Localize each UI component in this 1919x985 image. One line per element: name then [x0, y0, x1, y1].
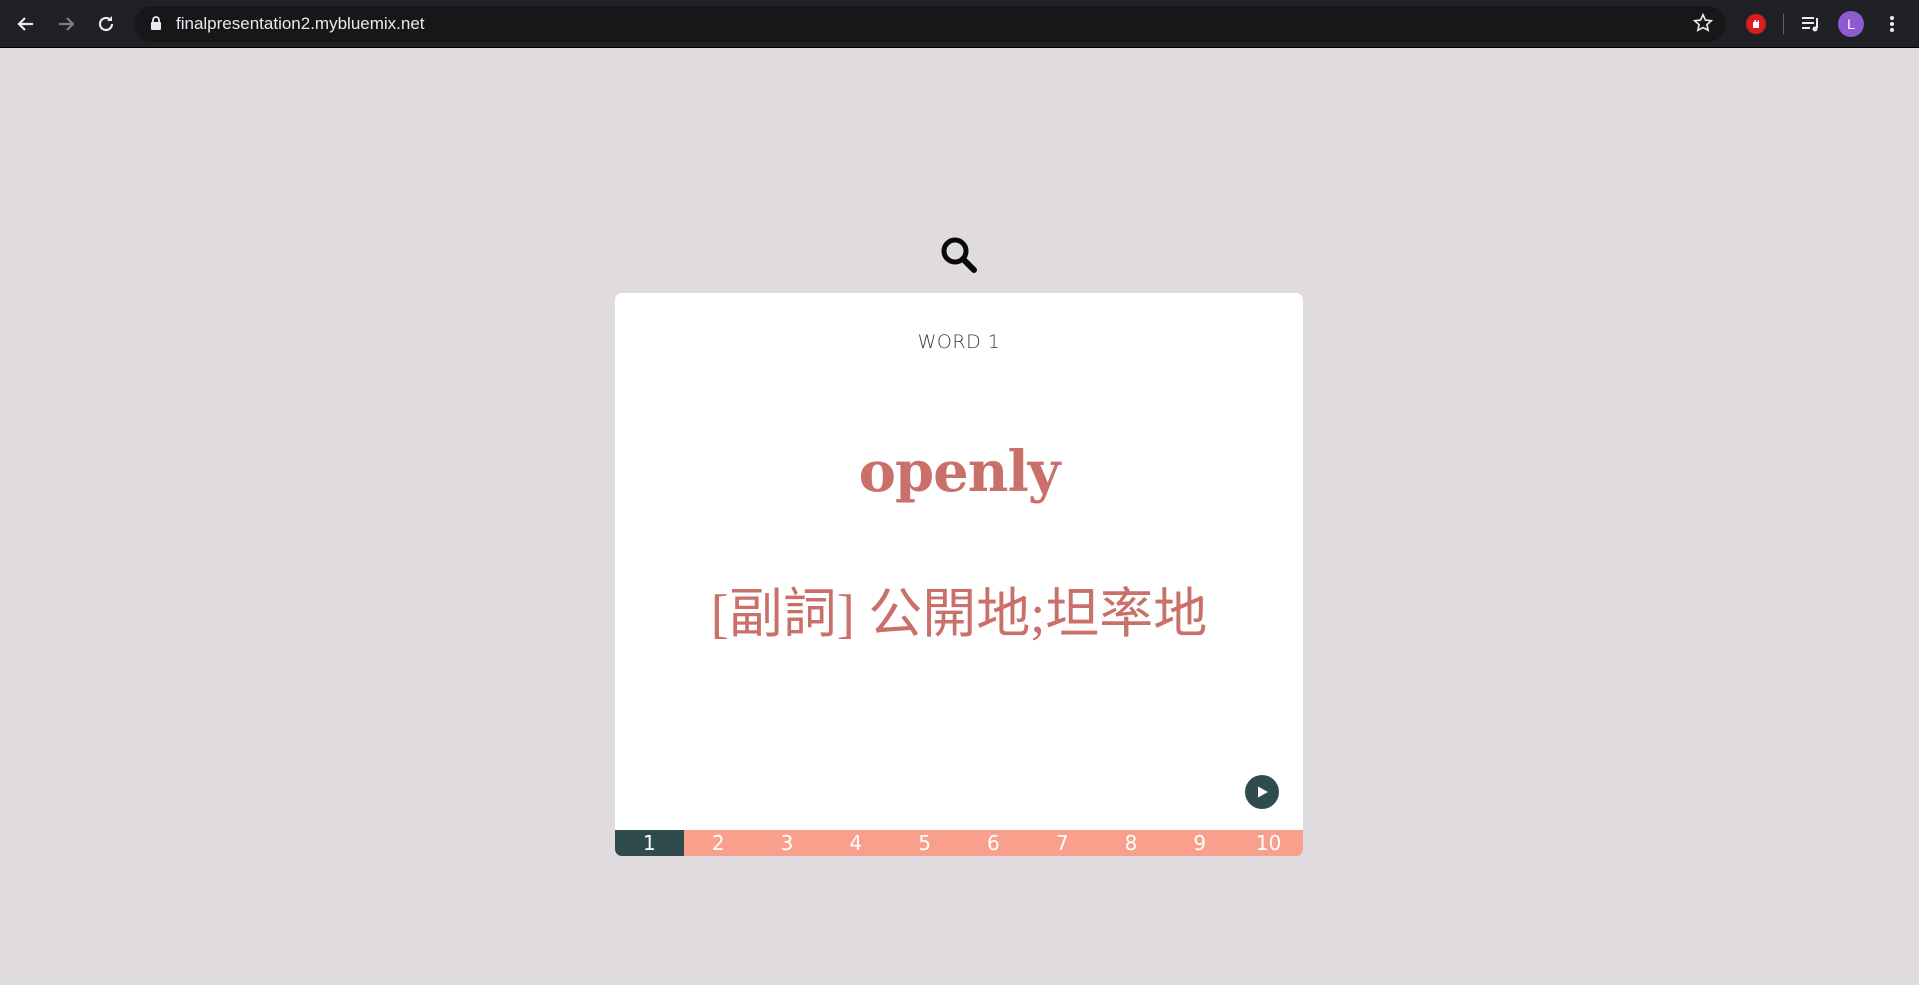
- back-button[interactable]: [10, 8, 42, 40]
- page-1[interactable]: 1: [615, 830, 684, 856]
- page-3[interactable]: 3: [753, 830, 822, 856]
- bookmark-button[interactable]: [1692, 12, 1714, 39]
- address-bar[interactable]: finalpresentation2.mybluemix.net: [134, 6, 1726, 42]
- lock-icon: [151, 16, 161, 30]
- page-5[interactable]: 5: [890, 830, 959, 856]
- word-number-label: WORD 1: [917, 331, 1001, 353]
- media-queue-icon: [1802, 17, 1818, 32]
- search-icon: [941, 237, 977, 273]
- page-8[interactable]: 8: [1097, 830, 1166, 856]
- play-icon: [1258, 786, 1268, 798]
- browser-toolbar: finalpresentation2.mybluemix.net L: [0, 0, 1919, 48]
- media-queue-button[interactable]: [1795, 8, 1827, 40]
- page-9[interactable]: 9: [1165, 830, 1234, 856]
- page-2[interactable]: 2: [684, 830, 753, 856]
- extension-button[interactable]: [1740, 8, 1772, 40]
- url-text: finalpresentation2.mybluemix.net: [176, 14, 425, 33]
- forward-button[interactable]: [50, 8, 82, 40]
- profile-avatar[interactable]: L: [1838, 11, 1864, 37]
- toolbar-divider: [1783, 14, 1784, 34]
- flashcard: WORD 1 openly [副詞] 公開地;坦率地 1 2 3 4 5 6 7…: [615, 293, 1303, 856]
- back-arrow-icon: [17, 17, 33, 31]
- page-4[interactable]: 4: [821, 830, 890, 856]
- play-audio-button[interactable]: [1245, 775, 1279, 809]
- star-icon: [1692, 12, 1714, 32]
- reload-button[interactable]: [90, 8, 122, 40]
- vocabulary-word: openly: [858, 439, 1061, 505]
- page-6[interactable]: 6: [959, 830, 1028, 856]
- page-10[interactable]: 10: [1234, 830, 1303, 856]
- more-vert-icon: [1890, 16, 1894, 32]
- page-7[interactable]: 7: [1028, 830, 1097, 856]
- forward-arrow-icon: [59, 17, 75, 31]
- word-definition: [副詞] 公開地;坦率地: [710, 584, 1208, 644]
- search-button[interactable]: [938, 234, 980, 276]
- more-menu-button[interactable]: [1876, 8, 1908, 40]
- reload-icon: [98, 16, 114, 32]
- word-pager: 1 2 3 4 5 6 7 8 9 10: [615, 830, 1303, 856]
- extension-stop-icon: [1746, 14, 1766, 34]
